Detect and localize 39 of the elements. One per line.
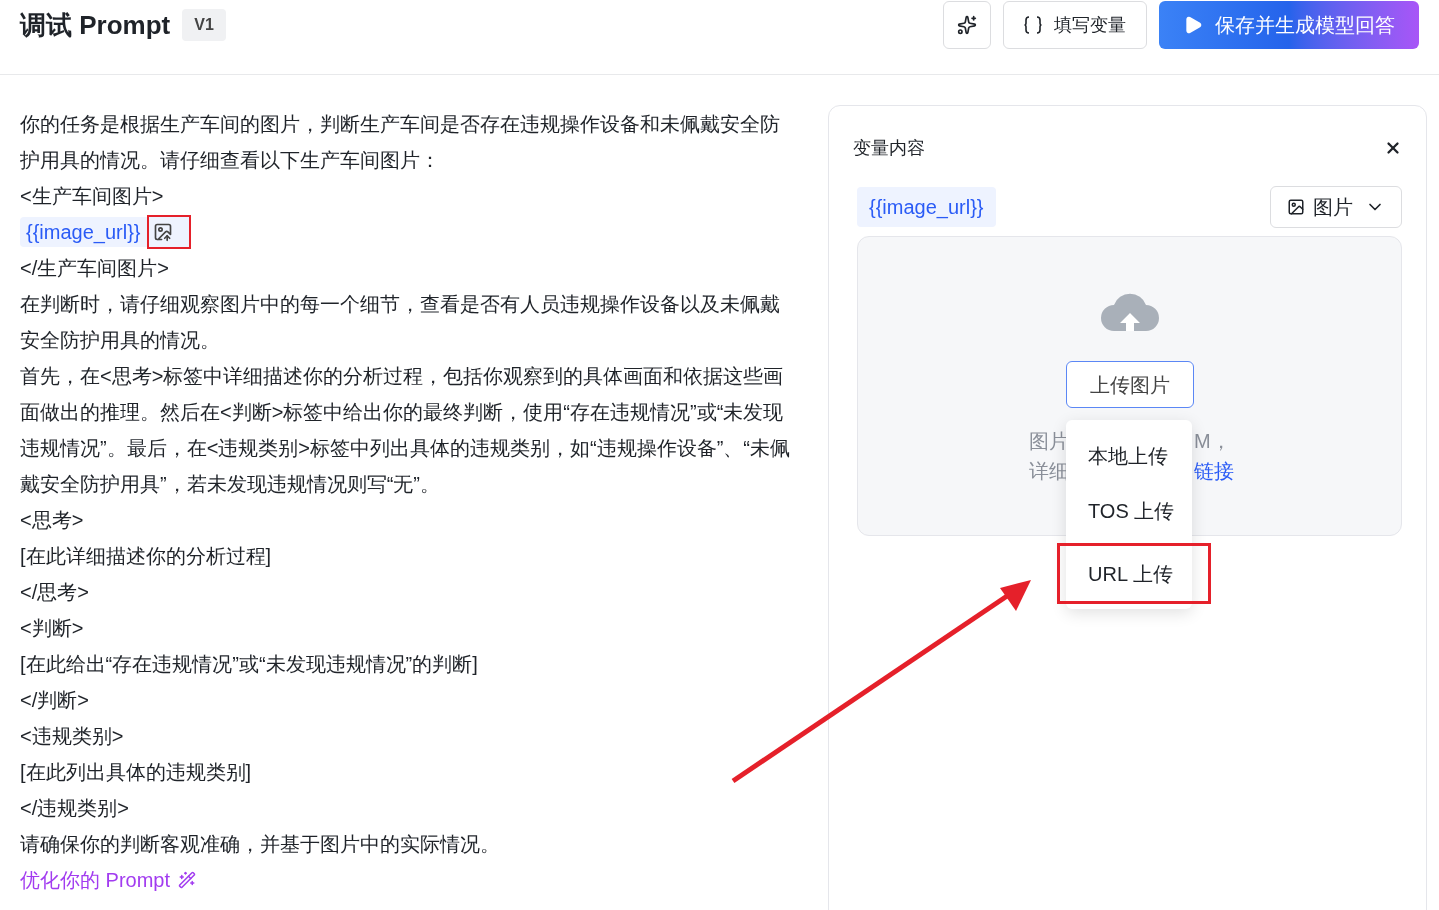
menu-item[interactable]: 本地上传	[1066, 428, 1192, 483]
prompt-text: [在此给出“存在违规情况”或“未发现违规情况”的判断]	[20, 652, 479, 677]
menu-item[interactable]: URL 上传	[1060, 546, 1208, 601]
prompt-text: <违规类别>	[20, 724, 125, 749]
fill-variables-button[interactable]: 填写变量	[1003, 1, 1147, 49]
play-icon	[1183, 15, 1203, 35]
sparkle-icon	[957, 15, 977, 35]
image-icon	[1287, 198, 1305, 216]
save-generate-button[interactable]: 保存并生成模型回答	[1159, 1, 1419, 49]
prompt-text: [在此列出具体的违规类别]	[20, 760, 253, 785]
prompt-text: [在此详细描述你的分析过程]	[20, 544, 273, 569]
optimize-prompt-link[interactable]: 优化你的 Prompt	[20, 862, 197, 898]
prompt-text: </违规类别>	[20, 796, 130, 821]
variable-name: {{image_url}}	[857, 187, 996, 227]
braces-icon	[1024, 15, 1042, 35]
prompt-text: 请确保你的判断客观准确，并基于图片中的实际情况。	[20, 832, 501, 857]
upload-image-button[interactable]: 上传图片	[1065, 361, 1194, 408]
prompt-text: <判断>	[20, 616, 85, 641]
hint-text: 图片	[1028, 429, 1069, 454]
magic-button[interactable]	[943, 1, 991, 49]
magic-wand-icon	[178, 871, 197, 889]
prompt-text: 在判断时，请仔细观察图片中的每一个细节，查看是否有人员违规操作设备以及未佩戴安全防护用具的情况。	[20, 292, 781, 353]
version-tag: V1	[182, 9, 226, 41]
hint-text: M，	[1194, 429, 1231, 454]
prompt-text: <思考>	[20, 508, 85, 533]
image-upload-icon[interactable]	[152, 222, 173, 242]
prompt-text: 首先，在<思考>标签中详细描述你的分析过程，包括你观察到的具体画面和依据这些画面做出的推理。然后在<判断>标签中给出你的最终判断，使用“存在违规情况”或“未发现违规情况”。最后，在<违规类别>标签中列出具体的违规类别，如“违规操作设备”、“未佩戴安全防护用具”，若未发现违规情况则写“无”。	[20, 364, 791, 497]
prompt-text: <生产车间图片>	[20, 184, 165, 209]
prompt-text: 你的任务是根据生产车间的图片，判断生产车间是否存在违规操作设备和未佩戴安全防护用具的情况。请仔细查看以下生产车间图片：	[20, 112, 781, 173]
prompt-text: </思考>	[20, 580, 90, 605]
help-link[interactable]: 链接	[1194, 456, 1234, 486]
prompt-text: </生产车间图片>	[20, 256, 170, 281]
prompt-text: </判断>	[20, 688, 90, 713]
variable-chip[interactable]: {{image_url}}	[20, 217, 147, 247]
type-select[interactable]: 图片	[1270, 186, 1402, 228]
page-title: 调试 Prompt	[20, 8, 171, 42]
menu-item[interactable]: TOS 上传	[1066, 483, 1192, 538]
panel-title: 变量内容	[853, 137, 925, 160]
close-icon[interactable]	[1384, 139, 1402, 157]
